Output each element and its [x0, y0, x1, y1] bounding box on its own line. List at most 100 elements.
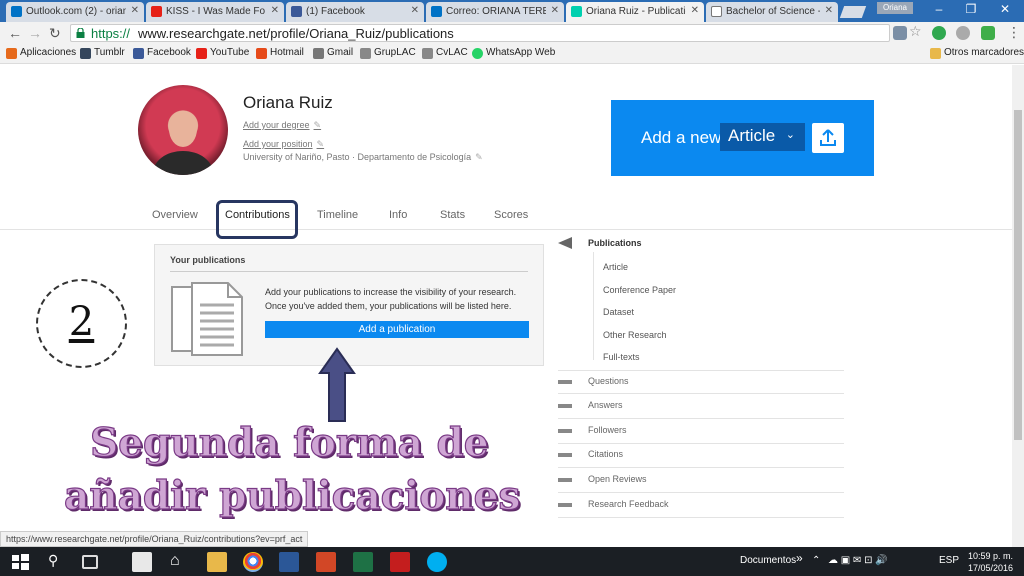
- folder-icon: [930, 48, 941, 59]
- restore-icon[interactable]: ❐: [956, 2, 986, 16]
- bookmark-whatsapp[interactable]: WhatsApp Web: [472, 47, 555, 59]
- url-path: www.researchgate.net/profile/Oriana_Ruiz…: [138, 26, 454, 41]
- extension-icon[interactable]: [981, 26, 995, 40]
- profile-badge[interactable]: Oriana: [877, 2, 913, 14]
- pencil-icon[interactable]: ✎: [317, 139, 325, 149]
- bookmark-tumblr[interactable]: Tumblr: [80, 47, 125, 59]
- word-icon[interactable]: [279, 552, 299, 572]
- pencil-icon[interactable]: ✎: [475, 152, 483, 162]
- browser-tab-strip: Outlook.com (2) - oriana ✕ KISS - I Was …: [0, 0, 1024, 22]
- close-icon[interactable]: ✕: [411, 5, 419, 16]
- excel-icon[interactable]: [353, 552, 373, 572]
- tab-youtube[interactable]: KISS - I Was Made Fo ✕: [146, 2, 284, 22]
- scrollbar-thumb[interactable]: [1014, 110, 1022, 440]
- nav-full-texts[interactable]: Full-texts: [603, 352, 640, 362]
- close-icon[interactable]: ✕: [551, 5, 559, 16]
- tab-correo[interactable]: Correo: ORIANA TERESA ✕: [426, 2, 564, 22]
- search-icon[interactable]: ⚲: [48, 552, 68, 572]
- gruplac-icon: [360, 48, 371, 59]
- nav-followers[interactable]: Followers: [558, 420, 844, 444]
- pencil-icon[interactable]: ✎: [314, 120, 322, 130]
- close-window-icon[interactable]: ✕: [990, 2, 1020, 16]
- bookmark-cvlac[interactable]: CvLAC: [422, 47, 468, 59]
- menu-icon[interactable]: ⋮: [1007, 24, 1021, 41]
- bookmark-label: YouTube: [210, 47, 250, 58]
- cvlac-icon: [422, 48, 433, 59]
- close-icon[interactable]: ✕: [691, 5, 699, 16]
- dash-icon: [558, 503, 572, 507]
- youtube-icon: [151, 6, 162, 17]
- facebook-icon: [133, 48, 144, 59]
- nav-article[interactable]: Article: [603, 262, 628, 272]
- annotation-line-1: Segunda forma de: [89, 419, 489, 466]
- back-icon[interactable]: ←: [8, 25, 22, 41]
- nav-citations[interactable]: Citations: [558, 444, 844, 468]
- nav-other-research[interactable]: Other Research: [603, 330, 667, 340]
- add-new-label: Add a new: [641, 128, 722, 147]
- acrobat-icon[interactable]: [390, 552, 410, 572]
- skype-extension-icon[interactable]: [956, 26, 970, 40]
- forward-icon[interactable]: →: [28, 25, 42, 41]
- bookmark-gruplac[interactable]: GrupLAC: [360, 47, 416, 59]
- windows-start-icon[interactable]: [10, 552, 30, 572]
- nav-answers[interactable]: Answers: [558, 395, 844, 419]
- bookmark-hotmail[interactable]: Hotmail: [256, 47, 304, 59]
- skype-icon[interactable]: [427, 552, 447, 572]
- tab-stats[interactable]: Stats: [440, 209, 465, 221]
- arrow-up-icon: [318, 347, 356, 422]
- home-icon[interactable]: ⌂: [170, 552, 190, 572]
- new-tab-button[interactable]: [839, 6, 867, 18]
- bookmark-youtube[interactable]: YouTube: [196, 47, 250, 59]
- clock[interactable]: 10:59 p. m. 17/05/2016: [968, 550, 1013, 574]
- nav-open-reviews[interactable]: Open Reviews: [558, 469, 844, 493]
- tab-label: Bachelor of Science - W: [726, 6, 820, 17]
- tab-outlook[interactable]: Outlook.com (2) - oriana ✕: [6, 2, 144, 22]
- nav-dataset[interactable]: Dataset: [603, 307, 634, 317]
- nav-research-feedback[interactable]: Research Feedback: [558, 494, 844, 518]
- close-icon[interactable]: ✕: [271, 5, 279, 16]
- add-position-link[interactable]: Add your position ✎: [243, 139, 324, 150]
- task-view-icon[interactable]: [82, 555, 98, 569]
- tab-researchgate[interactable]: Oriana Ruiz - Publication ✕: [566, 2, 704, 22]
- url-input[interactable]: https:// www.researchgate.net/profile/Or…: [70, 24, 890, 42]
- clock-date: 17/05/2016: [968, 563, 1014, 573]
- bookmark-gmail[interactable]: Gmail: [313, 47, 353, 59]
- tab-scores[interactable]: Scores: [494, 209, 528, 221]
- powerpoint-icon[interactable]: [316, 552, 336, 572]
- nav-conference-paper[interactable]: Conference Paper: [603, 285, 676, 295]
- tab-info[interactable]: Info: [389, 209, 407, 221]
- publications-card-description: Add your publications to increase the vi…: [265, 287, 517, 311]
- store-icon[interactable]: [132, 552, 152, 572]
- close-icon[interactable]: ✕: [131, 5, 139, 16]
- chevron-double-right-icon[interactable]: »: [796, 551, 803, 565]
- bookmark-aplicaciones[interactable]: Aplicaciones: [6, 47, 76, 59]
- nav-questions[interactable]: Questions: [558, 370, 844, 394]
- windows-taskbar: ⚲ ⌂ Documentos » ⌃ ☁ ▣ ✉ ⊡ 🔊 ESP 10:59 p…: [0, 547, 1024, 576]
- add-degree-link[interactable]: Add your degree ✎: [243, 120, 321, 131]
- page-scrollbar[interactable]: [1012, 65, 1024, 547]
- tray-icons[interactable]: ☁ ▣ ✉ ⊡ 🔊: [828, 555, 888, 566]
- chrome-icon[interactable]: [243, 552, 263, 572]
- publication-type-select[interactable]: Article ⌄: [720, 123, 805, 151]
- avatar[interactable]: [138, 85, 228, 175]
- file-explorer-icon[interactable]: [207, 552, 227, 572]
- grammarly-icon[interactable]: [932, 26, 946, 40]
- add-publication-button[interactable]: Add a publication: [265, 321, 529, 338]
- upload-button[interactable]: [812, 123, 844, 153]
- bookmark-otros-marcadores[interactable]: Otros marcadores: [930, 47, 1024, 59]
- tab-timeline[interactable]: Timeline: [317, 209, 358, 221]
- minimize-icon[interactable]: –: [924, 2, 954, 16]
- star-icon[interactable]: ☆: [909, 23, 922, 40]
- tab-wikipedia[interactable]: Bachelor of Science - W ✕: [706, 2, 838, 22]
- close-icon[interactable]: ✕: [825, 5, 833, 16]
- bookmark-facebook[interactable]: Facebook: [133, 47, 191, 59]
- documents-toolbar[interactable]: Documentos: [740, 555, 796, 566]
- reload-icon[interactable]: ↻: [49, 25, 61, 42]
- tumblr-icon: [80, 48, 91, 59]
- language-indicator[interactable]: ESP: [939, 555, 959, 566]
- tab-overview[interactable]: Overview: [152, 209, 198, 221]
- outlook-icon: [11, 6, 22, 17]
- tab-facebook[interactable]: (1) Facebook ✕: [286, 2, 424, 22]
- translate-icon[interactable]: [893, 26, 907, 40]
- chevron-up-icon[interactable]: ⌃: [812, 555, 820, 566]
